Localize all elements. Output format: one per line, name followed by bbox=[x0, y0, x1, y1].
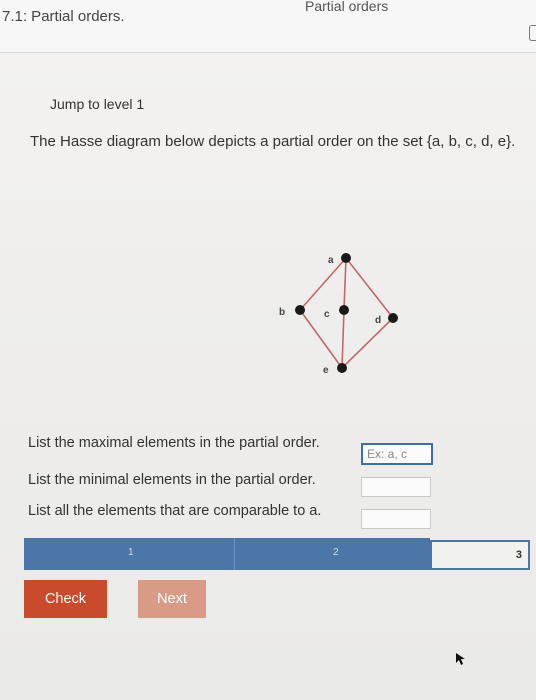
question-prompt: The Hasse diagram below depicts a partia… bbox=[30, 133, 516, 150]
next-button[interactable]: Next bbox=[138, 580, 206, 618]
segment-label-1: 1 bbox=[128, 547, 134, 558]
panel-toggle-icon[interactable] bbox=[529, 25, 536, 41]
node-label-c: c bbox=[324, 309, 330, 320]
edge-e-c bbox=[341, 309, 345, 369]
maximal-answer-input[interactable] bbox=[361, 443, 433, 465]
question-comparable: List all the elements that are comparabl… bbox=[28, 503, 322, 519]
edge-e-d bbox=[341, 317, 394, 369]
node-label-d: d bbox=[375, 315, 381, 326]
hasse-diagram: a b c d e bbox=[279, 253, 398, 376]
node-label-e: e bbox=[323, 365, 329, 376]
question-minimal: List the minimal elements in the partial… bbox=[28, 472, 316, 488]
progress-segment-1[interactable]: 1 bbox=[24, 538, 235, 570]
question-maximal: List the maximal elements in the partial… bbox=[28, 435, 320, 451]
edge-e-b bbox=[299, 309, 343, 369]
progress-bar: 1 2 bbox=[24, 538, 430, 570]
page-title: Partial orders bbox=[305, 0, 389, 14]
minimal-answer-input[interactable] bbox=[361, 477, 431, 497]
top-bar: 7.1: Partial orders. Partial orders bbox=[0, 0, 536, 53]
edge-c-a bbox=[343, 257, 347, 311]
node-d bbox=[388, 313, 398, 323]
segment-label-2: 2 bbox=[333, 547, 339, 558]
progress-segment-3[interactable]: 3 bbox=[430, 540, 530, 570]
edge-b-a bbox=[299, 257, 347, 311]
mouse-cursor-icon bbox=[456, 653, 465, 665]
node-b bbox=[295, 305, 305, 315]
comparable-answer-input[interactable] bbox=[361, 509, 431, 529]
progress-segment-2[interactable]: 2 bbox=[235, 538, 429, 570]
check-button[interactable]: Check bbox=[24, 580, 107, 618]
node-a bbox=[341, 253, 351, 263]
node-label-b: b bbox=[279, 307, 285, 318]
node-e bbox=[337, 363, 347, 373]
node-label-a: a bbox=[328, 255, 334, 266]
edge-d-a bbox=[345, 257, 394, 319]
section-breadcrumb[interactable]: 7.1: Partial orders. bbox=[2, 8, 125, 25]
segment-label-3: 3 bbox=[515, 549, 522, 561]
jump-to-level-link[interactable]: Jump to level 1 bbox=[50, 96, 144, 112]
node-c bbox=[339, 305, 349, 315]
